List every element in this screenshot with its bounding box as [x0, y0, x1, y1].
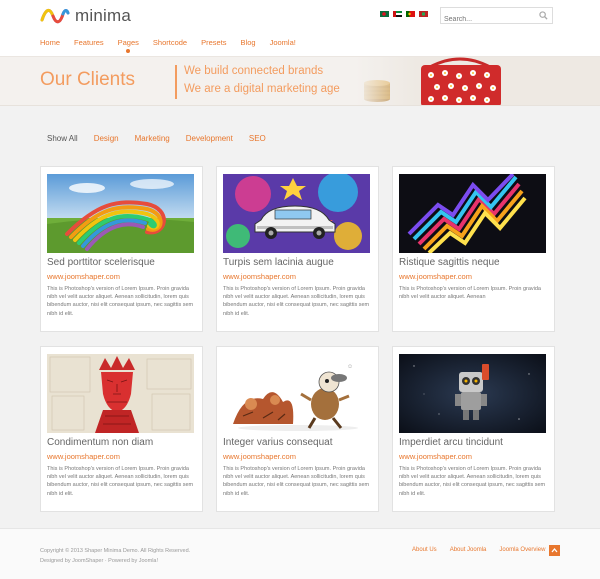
- copyright-text: Copyright © 2013 Shaper Minima Demo. All…: [40, 548, 191, 554]
- card-image-portrait[interactable]: [47, 354, 194, 433]
- portfolio-card: Condimentum non diam www.joomshaper.com …: [40, 346, 203, 512]
- card-link[interactable]: www.joomshaper.com: [399, 272, 472, 281]
- banner-divider: [175, 65, 177, 99]
- svg-text:☺: ☺: [347, 364, 353, 370]
- nav-pages[interactable]: Pages: [117, 38, 139, 53]
- nav-shortcode[interactable]: Shortcode: [153, 38, 187, 47]
- nav-joomla[interactable]: Joomla!: [270, 38, 296, 47]
- search-input[interactable]: [441, 12, 533, 27]
- card-link[interactable]: www.joomshaper.com: [47, 272, 120, 281]
- search-icon[interactable]: [539, 11, 548, 20]
- card-image-robot[interactable]: [399, 354, 546, 433]
- portfolio-card: Imperdiet arcu tincidunt www.joomshaper.…: [392, 346, 555, 512]
- card-title[interactable]: Integer varius consequat: [223, 437, 333, 448]
- card-title[interactable]: Imperdiet arcu tincidunt: [399, 437, 503, 448]
- nav-features[interactable]: Features: [74, 38, 104, 47]
- search-box: [440, 7, 553, 27]
- banner-image: [355, 57, 600, 105]
- nav-home[interactable]: Home: [40, 38, 60, 47]
- card-description: This is Photoshop's version of Lorem Ips…: [47, 286, 194, 317]
- portfolio-card: Sed porttitor scelerisque www.joomshaper…: [40, 166, 203, 332]
- card-title[interactable]: Ristique sagittis neque: [399, 257, 500, 268]
- card-link[interactable]: www.joomshaper.com: [223, 272, 296, 281]
- site-logo[interactable]: minima: [40, 6, 131, 26]
- portfolio-card: Ristique sagittis neque www.joomshaper.c…: [392, 166, 555, 332]
- filter-development[interactable]: Development: [186, 134, 233, 143]
- footer-links: About Us About Joomla Joomla Overview: [412, 547, 558, 553]
- filter-show-all[interactable]: Show All: [47, 134, 78, 143]
- flag-pt-icon[interactable]: [406, 11, 415, 17]
- page-title: Our Clients: [40, 69, 136, 90]
- portfolio-card: Turpis sem lacinia augue www.joomshaper.…: [216, 166, 379, 332]
- site-header: minima Home Features Pages Shortcode Pre…: [0, 0, 600, 56]
- card-title[interactable]: Condimentum non diam: [47, 437, 153, 448]
- flag-ar-icon[interactable]: [393, 11, 402, 17]
- portfolio-card: ☺ Integer varius consequat www.joomshape…: [216, 346, 379, 512]
- card-link[interactable]: www.joomshaper.com: [47, 452, 120, 461]
- card-link[interactable]: www.joomshaper.com: [223, 452, 296, 461]
- active-indicator-dot: [126, 49, 131, 53]
- card-description: This is Photoshop's version of Lorem Ips…: [223, 286, 370, 317]
- logo-wave-icon: [40, 9, 70, 24]
- card-image-car[interactable]: [223, 174, 370, 253]
- nav-presets[interactable]: Presets: [201, 38, 226, 47]
- card-image-neon[interactable]: [399, 174, 546, 253]
- nav-blog[interactable]: Blog: [241, 38, 256, 47]
- footer-link-about-us[interactable]: About Us: [412, 547, 437, 553]
- portfolio-filters: Show All Design Marketing Development SE…: [47, 134, 282, 143]
- page-banner: Our Clients We build connected brands We…: [0, 56, 600, 106]
- card-image-rainbow[interactable]: [47, 174, 194, 253]
- filter-design[interactable]: Design: [94, 134, 119, 143]
- footer-copyright: Copyright © 2013 Shaper Minima Demo. All…: [40, 546, 190, 566]
- card-title[interactable]: Turpis sem lacinia augue: [223, 257, 334, 268]
- site-footer: Copyright © 2013 Shaper Minima Demo. All…: [0, 528, 600, 579]
- site-name: minima: [75, 6, 131, 25]
- flag-other-icon[interactable]: [419, 11, 428, 17]
- banner-slogan-1: We build connected brands: [184, 65, 324, 77]
- main-nav: Home Features Pages Shortcode Presets Bl…: [40, 38, 310, 53]
- filter-marketing[interactable]: Marketing: [135, 134, 170, 143]
- flag-bn-icon[interactable]: [380, 11, 389, 17]
- card-link[interactable]: www.joomshaper.com: [399, 452, 472, 461]
- card-description: This is Photoshop's version of Lorem Ips…: [399, 286, 541, 301]
- language-switcher: [380, 11, 428, 17]
- card-title[interactable]: Sed porttitor scelerisque: [47, 257, 155, 268]
- footer-link-joomla-overview[interactable]: Joomla Overview: [499, 547, 545, 553]
- filter-seo[interactable]: SEO: [249, 134, 266, 143]
- nav-pages-label: Pages: [117, 38, 139, 47]
- card-description: This is Photoshop's version of Lorem Ips…: [399, 466, 546, 497]
- credits-text: Designed by JoomShaper · Powered by Joom…: [40, 558, 159, 564]
- card-description: This is Photoshop's version of Lorem Ips…: [223, 466, 370, 497]
- scroll-to-top-icon[interactable]: [549, 545, 560, 556]
- footer-link-about-joomla[interactable]: About Joomla: [450, 547, 487, 553]
- banner-slogan-2: We are a digital marketing age: [184, 83, 340, 95]
- card-image-cartoon[interactable]: ☺: [223, 354, 370, 433]
- card-description: This is Photoshop's version of Lorem Ips…: [47, 466, 194, 497]
